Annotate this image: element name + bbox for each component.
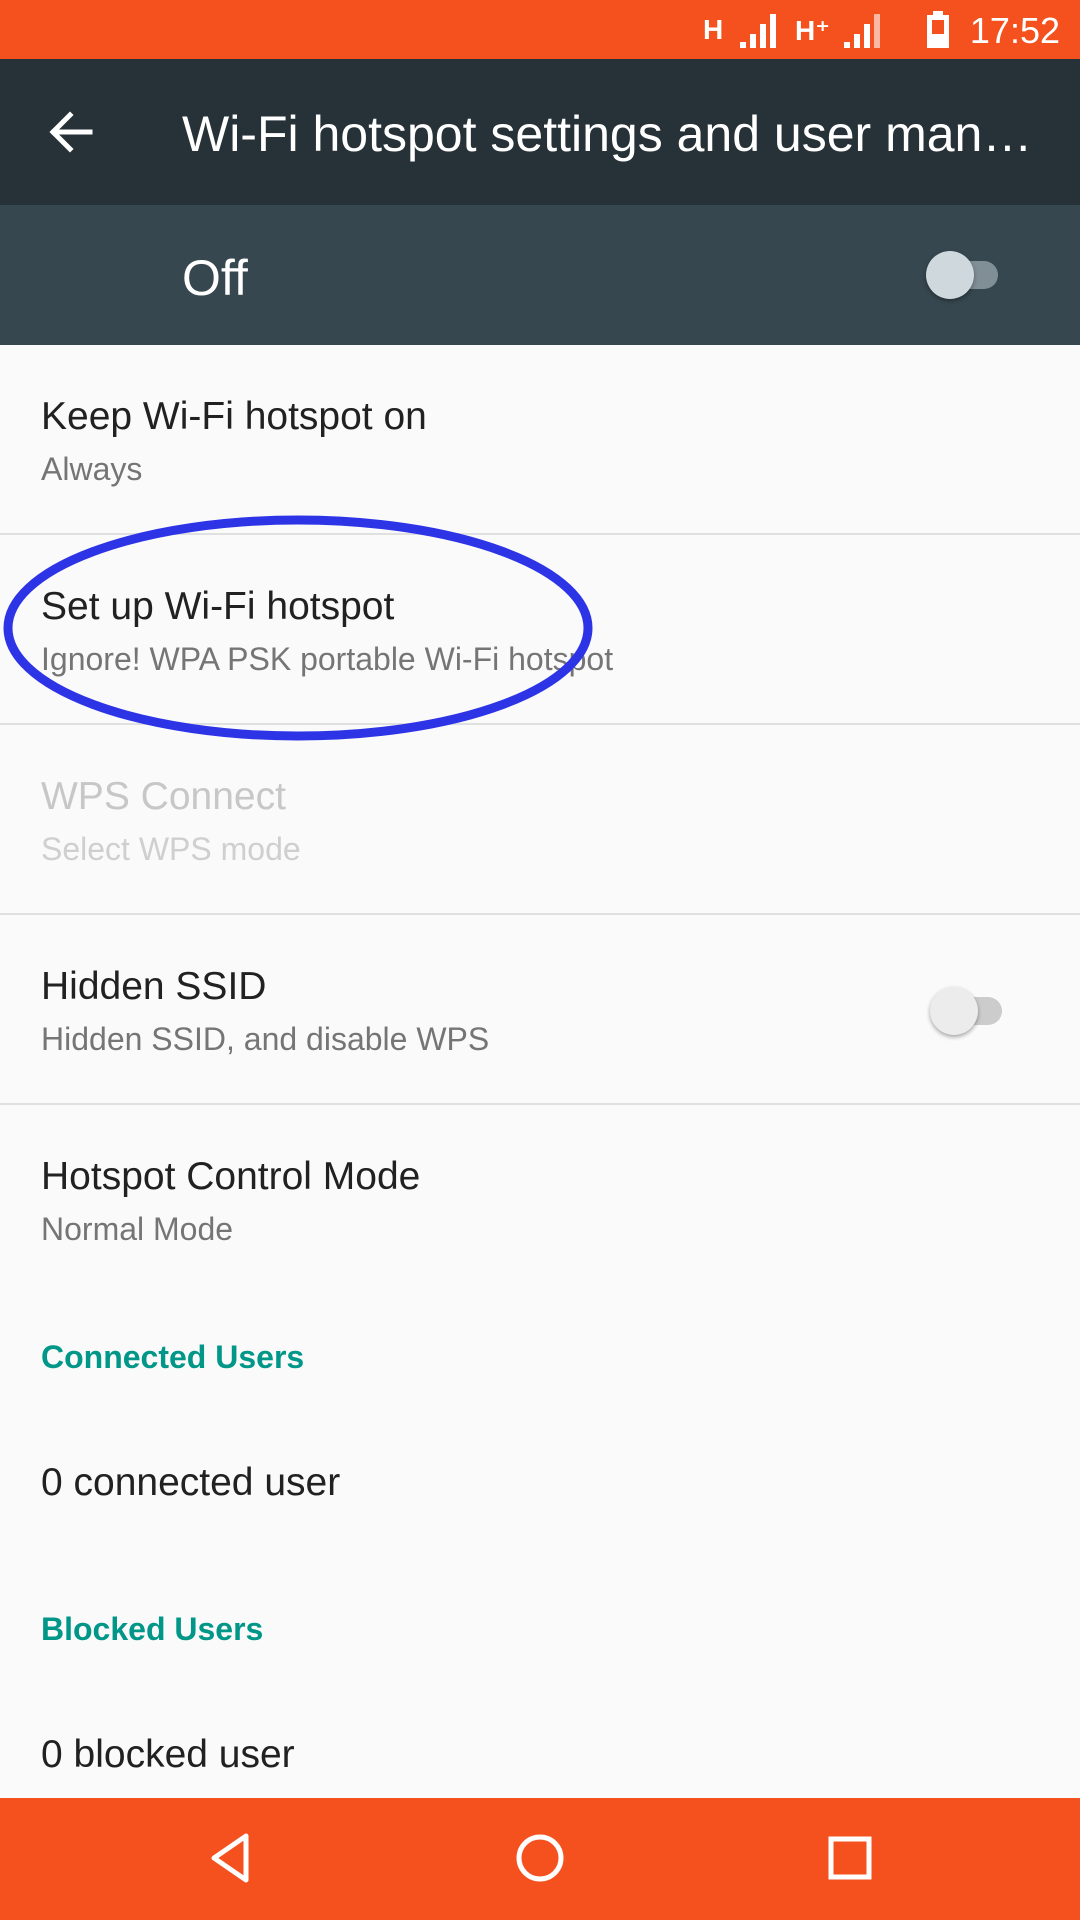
blocked-users-count: 0 blocked user	[41, 1733, 295, 1776]
network-type-1: H	[703, 14, 724, 45]
connected-users-item[interactable]: 0 connected user	[0, 1409, 1080, 1567]
pref-title: Hotspot Control Mode	[41, 1155, 421, 1198]
home-circle-icon[interactable]	[510, 1828, 570, 1888]
master-switch-bar[interactable]: Off	[0, 205, 1080, 345]
pref-hidden-ssid[interactable]: Hidden SSID Hidden SSID, and disable WPS	[0, 915, 1080, 1105]
pref-summary: Normal Mode	[41, 1211, 234, 1247]
pref-title: Hidden SSID	[41, 965, 267, 1008]
status-bar: H H⁺ 17:52	[0, 0, 1080, 59]
navigation-bar	[0, 1798, 1080, 1920]
settings-list: Keep Wi-Fi hotspot on Always Set up Wi-F…	[0, 345, 1080, 1839]
clock: 17:52	[969, 10, 1060, 51]
pref-summary: Hidden SSID, and disable WPS	[41, 1021, 490, 1057]
switch-thumb	[930, 987, 978, 1035]
back-triangle-icon[interactable]	[200, 1828, 260, 1888]
master-switch-label: Off	[182, 250, 248, 306]
pref-set-up-hotspot[interactable]: Set up Wi-Fi hotspot Ignore! WPA PSK por…	[0, 535, 1080, 725]
switch-thumb	[926, 251, 974, 299]
category-label: Blocked Users	[41, 1611, 264, 1647]
pref-title: Keep Wi-Fi hotspot on	[41, 395, 427, 438]
recents-square-icon[interactable]	[820, 1828, 880, 1888]
connected-users-count: 0 connected user	[41, 1461, 341, 1504]
pref-title: Set up Wi-Fi hotspot	[41, 585, 395, 628]
signal-strength-icon	[740, 14, 776, 48]
hidden-ssid-toggle-switch[interactable]	[922, 981, 1012, 1041]
pref-summary: Select WPS mode	[41, 831, 301, 867]
master-toggle-switch[interactable]	[918, 245, 1008, 305]
battery-icon	[927, 11, 949, 48]
pref-summary: Ignore! WPA PSK portable Wi-Fi hotspot	[41, 641, 614, 677]
signal-strength-icon-2	[844, 14, 880, 48]
pref-hotspot-control-mode[interactable]: Hotspot Control Mode Normal Mode	[0, 1105, 1080, 1295]
page-title: Wi-Fi hotspot settings and user man…	[182, 106, 1033, 162]
screen: H H⁺ 17:52 Wi-Fi hotspot settings and us…	[0, 0, 1080, 1920]
category-blocked-users: Blocked Users	[0, 1567, 1080, 1681]
app-bar: Wi-Fi hotspot settings and user man…	[0, 59, 1080, 205]
arrow-back-icon[interactable]	[46, 107, 96, 157]
network-type-2: H⁺	[795, 15, 830, 46]
category-label: Connected Users	[41, 1339, 305, 1375]
pref-summary: Always	[41, 451, 143, 487]
pref-keep-hotspot-on[interactable]: Keep Wi-Fi hotspot on Always	[0, 345, 1080, 535]
pref-title: WPS Connect	[41, 775, 286, 818]
pref-wps-connect: WPS Connect Select WPS mode	[0, 725, 1080, 915]
category-connected-users: Connected Users	[0, 1295, 1080, 1409]
